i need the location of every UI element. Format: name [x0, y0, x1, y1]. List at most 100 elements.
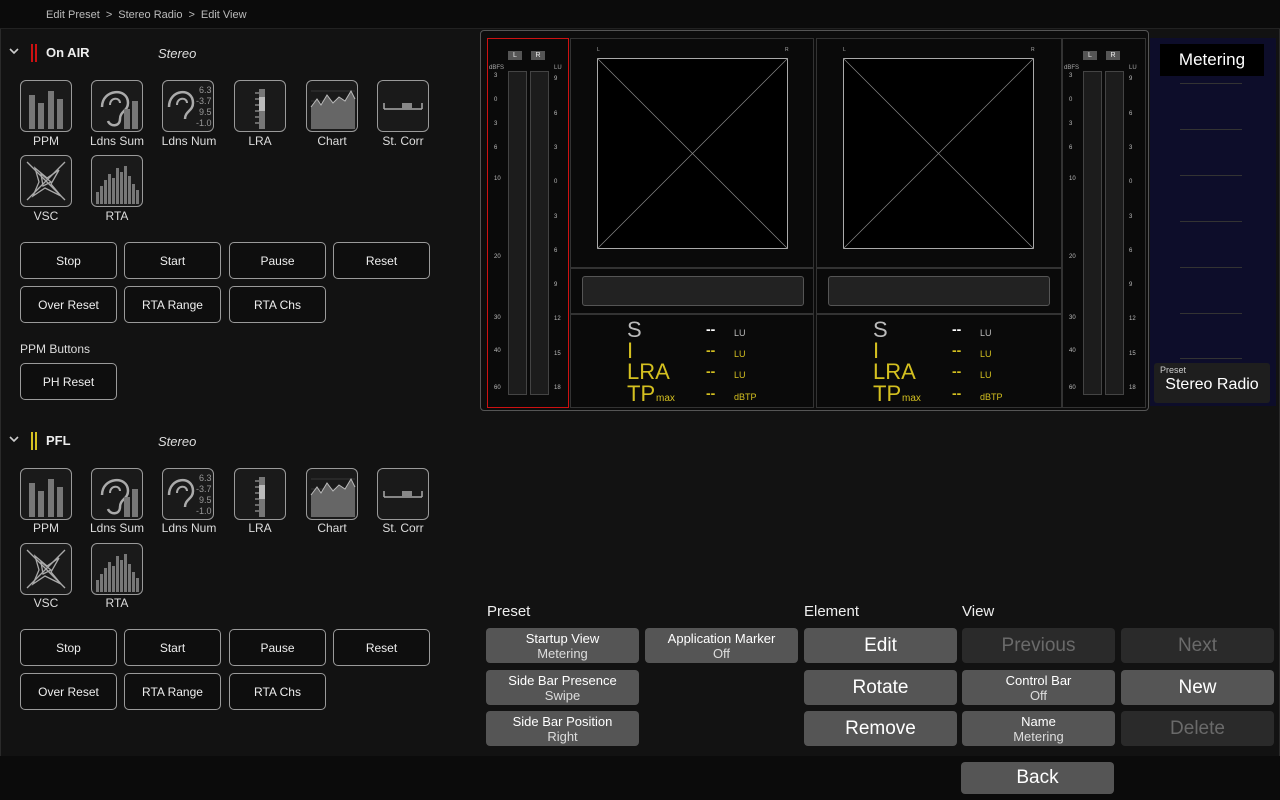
ppm-label: PPM — [32, 521, 59, 535]
startup-view-button[interactable]: Startup View Metering — [486, 628, 639, 663]
loudness-value-i: -- — [952, 342, 962, 358]
side-bar-position-button[interactable]: Side Bar Position Right — [486, 711, 639, 746]
ldns-sum-tile[interactable] — [91, 468, 143, 520]
correlation-panel[interactable] — [816, 268, 1062, 314]
start-button[interactable]: Start — [124, 629, 221, 666]
breadcrumb-item-edit-preset[interactable]: Edit Preset — [46, 9, 100, 21]
ppm-bar-l — [1083, 71, 1102, 395]
vector-scope-display — [597, 58, 788, 249]
rta-tile[interactable] — [91, 543, 143, 595]
st-corr-tile[interactable] — [377, 468, 429, 520]
ppm-channel-l: L — [508, 51, 522, 60]
rta-tile[interactable] — [91, 155, 143, 207]
loudness-value-s: -- — [706, 321, 716, 337]
rta-chs-button[interactable]: RTA Chs — [229, 673, 326, 710]
vsc-tile[interactable] — [20, 155, 72, 207]
ppm-meter-left-selected[interactable]: L R dBFS LU 3 0 3 6 10 20 30 40 60 9 6 3… — [487, 38, 569, 408]
application-marker-button[interactable]: Application Marker Off — [645, 628, 798, 663]
ppm-meter-right[interactable]: L R dBFS LU 3 0 3 6 10 20 30 40 60 9 6 3… — [1062, 38, 1146, 408]
view-name-button[interactable]: Name Metering — [962, 711, 1115, 746]
ppm-tile[interactable] — [20, 468, 72, 520]
lra-tile[interactable] — [234, 468, 286, 520]
start-button[interactable]: Start — [124, 242, 221, 279]
next-view-button[interactable]: Next — [1121, 628, 1274, 663]
loudness-panel[interactable]: S I LRA TP max -- -- -- -- LU LU LU dBTP — [570, 314, 814, 408]
loudness-label-tp: TP — [873, 381, 902, 406]
chevron-down-icon[interactable] — [8, 45, 19, 55]
chevron-down-icon[interactable] — [8, 433, 19, 443]
stop-button[interactable]: Stop — [20, 242, 117, 279]
reset-button[interactable]: Reset — [333, 629, 430, 666]
loudness-unit-s: LU — [980, 328, 992, 338]
group-title[interactable]: PFL — [46, 433, 71, 448]
lra-icon — [255, 477, 265, 517]
rotate-element-button[interactable]: Rotate — [804, 670, 957, 705]
side-bar-presence-button[interactable]: Side Bar Presence Swipe — [486, 670, 639, 705]
ldns-num-value: 9.5 — [199, 495, 212, 505]
loudness-label-lra: LRA — [627, 359, 670, 384]
sidebar-preset-caption: Preset — [1160, 365, 1187, 375]
ear-icon — [100, 479, 138, 517]
over-reset-button[interactable]: Over Reset — [20, 673, 117, 710]
breadcrumb: Edit Preset > Stereo Radio > Edit View — [46, 9, 247, 21]
sidebar-preview[interactable] — [1150, 38, 1276, 406]
back-button[interactable]: Back — [961, 762, 1114, 794]
reset-button[interactable]: Reset — [333, 242, 430, 279]
breadcrumb-item-preset[interactable]: Stereo Radio — [118, 9, 182, 21]
top-bar: Edit Preset > Stereo Radio > Edit View — [0, 0, 1280, 29]
rta-range-button[interactable]: RTA Range — [124, 673, 221, 710]
group-title[interactable]: On AIR — [46, 45, 90, 60]
correlation-bar — [828, 276, 1050, 306]
rta-range-button[interactable]: RTA Range — [124, 286, 221, 323]
edit-element-button[interactable]: Edit — [804, 628, 957, 663]
ear-icon — [100, 91, 138, 129]
ldns-sum-tile[interactable] — [91, 80, 143, 132]
loudness-unit-s: LU — [734, 328, 746, 338]
group-color-bar — [31, 44, 33, 62]
sidebar-divider — [1180, 313, 1242, 314]
vector-scope-panel[interactable]: L R — [816, 38, 1062, 268]
ppm-icon — [29, 91, 63, 129]
application-marker-value: Off — [712, 645, 731, 661]
ppm-buttons-label: PPM Buttons — [20, 342, 91, 356]
ppm-tile[interactable] — [20, 80, 72, 132]
control-bar-value: Off — [1029, 687, 1048, 703]
element-section-title: Element — [804, 603, 860, 620]
rta-chs-button[interactable]: RTA Chs — [229, 286, 326, 323]
ldns-num-tile[interactable]: 6.3 -3.7 9.5 -1.0 — [162, 80, 214, 132]
loudness-value-lra: -- — [706, 363, 716, 379]
chart-tile[interactable] — [306, 468, 358, 520]
loudness-label-lra: LRA — [873, 359, 916, 384]
chart-tile[interactable] — [306, 80, 358, 132]
vsc-tile[interactable] — [20, 543, 72, 595]
view-name-label: Name — [1021, 713, 1056, 729]
loudness-value-i: -- — [706, 342, 716, 358]
pause-button[interactable]: Pause — [229, 242, 326, 279]
ph-reset-button[interactable]: PH Reset — [20, 363, 117, 400]
st-corr-tile[interactable] — [377, 80, 429, 132]
edit-label: Edit — [864, 634, 897, 656]
new-view-button[interactable]: New — [1121, 670, 1274, 705]
delete-view-button[interactable]: Delete — [1121, 711, 1274, 746]
vsc-label: VSC — [33, 209, 59, 223]
previous-label: Previous — [1001, 634, 1076, 656]
over-reset-button[interactable]: Over Reset — [20, 286, 117, 323]
correlation-panel[interactable] — [570, 268, 814, 314]
chart-label: Chart — [317, 521, 347, 535]
ppm-bar-l — [508, 71, 527, 395]
lra-tile[interactable] — [234, 80, 286, 132]
loudness-value-tp: -- — [706, 385, 716, 401]
control-bar-button[interactable]: Control Bar Off — [962, 670, 1115, 705]
remove-element-button[interactable]: Remove — [804, 711, 957, 746]
ppm-unit-right: LU — [1129, 65, 1137, 71]
vector-scope-panel[interactable]: L R — [570, 38, 814, 268]
sidebar-divider — [1180, 129, 1242, 130]
pause-button[interactable]: Pause — [229, 629, 326, 666]
stop-button[interactable]: Stop — [20, 629, 117, 666]
ppm-label: PPM — [32, 134, 59, 148]
previous-view-button[interactable]: Previous — [962, 628, 1115, 663]
ldns-num-tile[interactable]: 6.3 -3.7 9.5 -1.0 — [162, 468, 214, 520]
sidebar-divider — [1180, 221, 1242, 222]
loudness-unit-tp: dBTP — [980, 392, 1003, 402]
loudness-panel[interactable]: S I LRA TP max -- -- -- -- LU LU LU dBTP — [816, 314, 1062, 408]
